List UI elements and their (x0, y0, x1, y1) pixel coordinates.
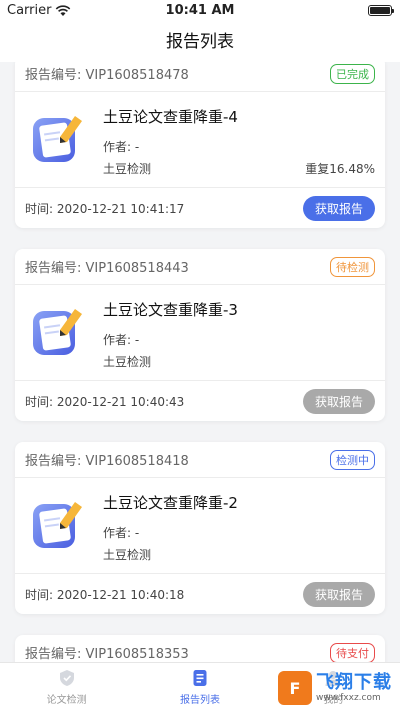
get-report-button[interactable]: 获取报告 (303, 581, 375, 607)
get-report-button[interactable]: 获取报告 (303, 388, 375, 414)
tab-paper-check[interactable]: 论文检测 (0, 663, 133, 711)
status-badge: 待支付 (330, 642, 375, 662)
status-badge: 已完成 (330, 63, 375, 84)
report-source: 土豆检测 (103, 355, 152, 369)
report-card[interactable]: 报告编号: VIP1608518353 待支付 (15, 635, 385, 662)
clock: 10:41 AM (165, 3, 235, 18)
document-pen-icon (33, 502, 82, 548)
report-title: 土豆论文查重降重-2 (103, 494, 238, 512)
report-list[interactable]: 报告编号: VIP1608518478 已完成 土豆论文查重降重-4 作者: -… (0, 62, 400, 662)
tab-label: 报告列表 (179, 694, 220, 706)
report-title: 土豆论文查重降重-3 (103, 301, 238, 319)
report-card[interactable]: 报告编号: VIP1608518478 已完成 土豆论文查重降重-4 作者: -… (15, 62, 385, 228)
report-time: 时间: 2020-12-21 10:41:17 (25, 201, 185, 216)
get-report-button[interactable]: 获取报告 (303, 195, 375, 221)
shield-icon (59, 669, 74, 686)
tab-report-list[interactable]: 报告列表 (133, 663, 266, 711)
report-card[interactable]: 报告编号: VIP1608518443 待检测 土豆论文查重降重-3 作者: -… (15, 249, 385, 421)
watermark-logo: F (278, 671, 312, 705)
battery-icon (368, 5, 394, 16)
report-author: 作者: - (103, 333, 140, 347)
watermark-main-text: 飞翔下载 (316, 671, 392, 693)
report-card[interactable]: 报告编号: VIP1608518418 检测中 土豆论文查重降重-2 作者: -… (15, 442, 385, 614)
watermark: F 飞翔下载 www.fxxz.com (278, 671, 392, 705)
document-list-icon (193, 669, 207, 686)
status-badge: 待检测 (330, 256, 375, 277)
report-source: 土豆检测 (103, 162, 152, 176)
report-time: 时间: 2020-12-21 10:40:18 (25, 587, 185, 602)
document-pen-icon (33, 116, 82, 162)
report-number: 报告编号: VIP1608518418 (25, 454, 189, 469)
report-number: 报告编号: VIP1608518353 (25, 647, 189, 662)
repeat-rate: 重复16.48% (305, 162, 375, 176)
page-title: 报告列表 (0, 22, 400, 62)
document-pen-icon (33, 309, 82, 355)
status-bar: Carrier 10:41 AM (0, 0, 400, 22)
report-number: 报告编号: VIP1608518443 (25, 261, 189, 276)
report-number: 报告编号: VIP1608518478 (25, 68, 189, 83)
tab-label: 论文检测 (46, 694, 87, 706)
status-badge: 检测中 (330, 449, 375, 470)
report-time: 时间: 2020-12-21 10:40:43 (25, 394, 185, 409)
report-author: 作者: - (103, 140, 140, 154)
report-title: 土豆论文查重降重-4 (103, 108, 238, 126)
report-author: 作者: - (103, 526, 140, 540)
report-source: 土豆检测 (103, 548, 152, 562)
watermark-sub-text: www.fxxz.com (316, 692, 381, 703)
